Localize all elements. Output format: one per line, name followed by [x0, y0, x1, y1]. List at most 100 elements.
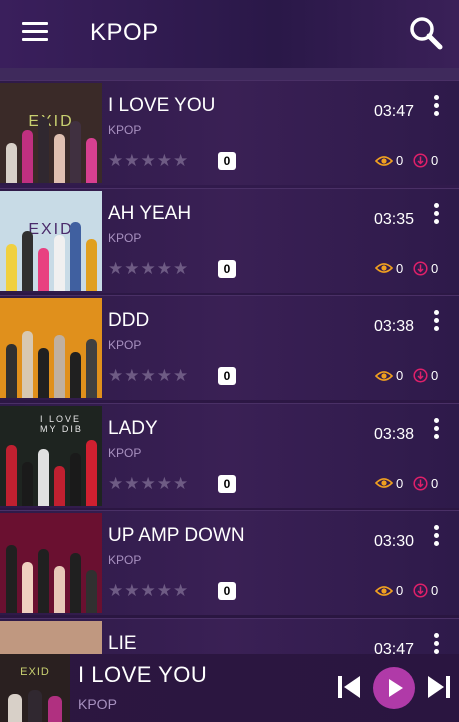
song-thumbnail: I LOVE MY DIB: [0, 405, 102, 506]
thumb-figure: [38, 348, 49, 398]
star-rating[interactable]: ★★★★★: [108, 581, 189, 601]
skip-previous-icon[interactable]: [334, 672, 364, 702]
view-count-value: 0: [396, 368, 404, 383]
download-count: 0: [413, 583, 438, 598]
player-artist: KPOP: [78, 696, 117, 712]
thumb-figure: [6, 143, 17, 183]
header-divider: [0, 68, 459, 80]
skip-next-icon[interactable]: [424, 672, 454, 702]
star-rating[interactable]: ★★★★★: [108, 151, 189, 171]
rating-count: 0: [218, 367, 236, 385]
download-count: 0: [413, 153, 438, 168]
rating-count: 0: [218, 582, 236, 600]
thumb-figure: [70, 221, 81, 291]
more-vert-icon[interactable]: [426, 308, 446, 334]
thumb-figure: [70, 121, 81, 183]
download-count: 0: [413, 476, 438, 491]
play-button[interactable]: [373, 667, 415, 709]
search-icon[interactable]: [406, 14, 446, 54]
menu-icon[interactable]: [22, 22, 48, 44]
song-title: DDD: [108, 310, 150, 331]
thumb-figure: [22, 130, 33, 183]
star-rating[interactable]: ★★★★★: [108, 366, 189, 386]
song-thumbnail: [0, 513, 102, 613]
song-row[interactable]: DDD KPOP 03:38 ★★★★★ 0 0 0: [0, 295, 459, 400]
thumb-figure: [6, 344, 17, 398]
view-count: 0: [375, 368, 403, 383]
thumb-figure: [22, 562, 33, 613]
download-icon: [413, 153, 428, 168]
download-count: 0: [413, 261, 438, 276]
thumb-figure: [86, 238, 97, 291]
song-list[interactable]: EXID I LOVE YOU KPOP 03:47 ★★★★★ 0 0 0 E…: [0, 80, 459, 654]
view-count: 0: [375, 153, 403, 168]
download-icon: [413, 475, 428, 491]
song-artist: KPOP: [108, 553, 142, 567]
thumb-figure: [22, 461, 33, 506]
song-row[interactable]: EXID AH YEAH KPOP 03:35 ★★★★★ 0 0 0: [0, 187, 459, 293]
player-thumb-logo: EXID: [20, 666, 50, 678]
song-row[interactable]: EXID I LOVE YOU KPOP 03:47 ★★★★★ 0 0 0: [0, 80, 459, 185]
view-count-value: 0: [396, 583, 404, 598]
song-row[interactable]: I LOVE MY DIB LADY KPOP 03:38 ★★★★★ 0 0 …: [0, 402, 459, 508]
rating-count: 0: [218, 152, 236, 170]
thumb-figure: [70, 553, 81, 613]
more-vert-icon[interactable]: [426, 523, 446, 549]
thumb-logo: I LOVE MY DIB: [40, 413, 83, 434]
download-icon: [413, 260, 428, 276]
app-title: KPOP: [90, 19, 159, 46]
song-artist: KPOP: [108, 338, 142, 352]
view-count: 0: [375, 261, 403, 276]
thumb-figure: [38, 448, 49, 506]
more-vert-icon[interactable]: [426, 631, 446, 655]
eye-icon: [375, 478, 393, 488]
more-vert-icon[interactable]: [426, 201, 446, 227]
rating-count: 0: [218, 259, 236, 278]
song-row[interactable]: UP AMP DOWN KPOP 03:30 ★★★★★ 0 0 0: [0, 510, 459, 615]
song-duration: 03:47: [374, 640, 415, 655]
eye-icon: [375, 370, 393, 381]
song-title: LADY: [108, 417, 158, 439]
song-duration: 03:30: [374, 533, 415, 550]
mini-player[interactable]: EXID I LOVE YOU KPOP: [0, 654, 459, 722]
song-row[interactable]: LIE KPOP 03:47 ★★★★★ 0 0 0: [0, 617, 459, 655]
thumb-logo: EXID: [28, 113, 74, 130]
download-count-value: 0: [431, 368, 439, 383]
star-rating[interactable]: ★★★★★: [108, 259, 189, 279]
download-count-value: 0: [431, 583, 439, 598]
song-duration: 03:38: [374, 425, 415, 443]
thumb-figure: [54, 465, 65, 506]
thumb-figure: [70, 352, 81, 398]
thumb-figure: [6, 545, 17, 613]
download-count: 0: [413, 368, 438, 383]
thumb-figure: [38, 117, 49, 183]
thumb-figure: [22, 230, 33, 291]
more-vert-icon[interactable]: [426, 93, 446, 119]
eye-icon: [375, 155, 393, 166]
play-icon: [389, 679, 403, 697]
song-thumbnail: EXID: [0, 83, 102, 183]
thumb-figure: [86, 138, 97, 183]
song-duration: 03:38: [374, 318, 415, 335]
download-icon: [413, 583, 428, 598]
more-vert-icon[interactable]: [426, 416, 446, 442]
thumb-logo: EXID: [28, 220, 74, 238]
song-artist: KPOP: [108, 123, 142, 137]
star-rating[interactable]: ★★★★★: [108, 474, 189, 494]
thumb-figure: [86, 570, 97, 613]
rating-count: 0: [218, 474, 236, 493]
download-count-value: 0: [431, 153, 439, 168]
thumb-figure: [54, 134, 65, 183]
song-title: AH YEAH: [108, 202, 192, 224]
song-thumbnail: [0, 620, 102, 654]
song-thumbnail: [0, 298, 102, 398]
thumb-figure: [86, 439, 97, 506]
thumb-figure: [6, 243, 17, 291]
download-count-value: 0: [431, 475, 439, 491]
app-bar: KPOP: [0, 0, 459, 68]
eye-icon: [375, 585, 393, 596]
view-count: 0: [375, 476, 403, 491]
thumb-figure: [22, 331, 33, 398]
download-icon: [413, 368, 428, 383]
view-count: 0: [375, 583, 403, 598]
